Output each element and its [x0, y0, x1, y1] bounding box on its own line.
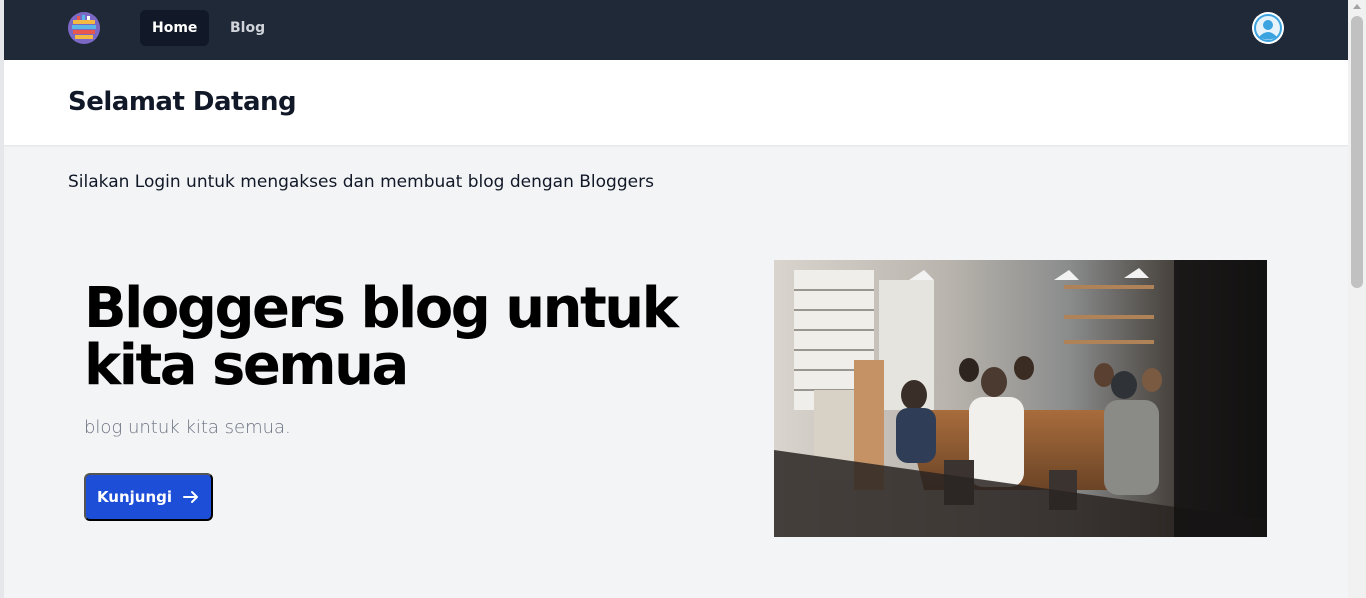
nav-link-blog[interactable]: Blog [218, 10, 277, 46]
hero-title: Bloggers blog untuk kita semua [84, 276, 679, 398]
vertical-scrollbar[interactable] [1348, 0, 1366, 598]
page: Home Blog Selamat Datang Silakan Login u… [4, 0, 1348, 598]
user-avatar-icon[interactable] [1252, 12, 1284, 44]
login-intro-text: Silakan Login untuk mengakses dan membua… [68, 172, 654, 192]
hero-subtitle: blog untuk kita semua. [84, 417, 291, 438]
kunjungi-button[interactable]: Kunjungi [84, 473, 213, 521]
arrow-right-icon [182, 488, 200, 506]
navbar: Home Blog [4, 0, 1348, 60]
hero-photo [774, 260, 1267, 537]
page-title: Selamat Datang [68, 87, 297, 117]
kunjungi-button-label: Kunjungi [96, 488, 173, 506]
books-logo-icon[interactable] [68, 12, 100, 44]
page-header: Selamat Datang [4, 60, 1348, 145]
scrollbar-thumb[interactable] [1351, 16, 1363, 288]
nav-link-home[interactable]: Home [140, 10, 210, 46]
scroll-up-arrow-icon[interactable] [1353, 4, 1361, 9]
